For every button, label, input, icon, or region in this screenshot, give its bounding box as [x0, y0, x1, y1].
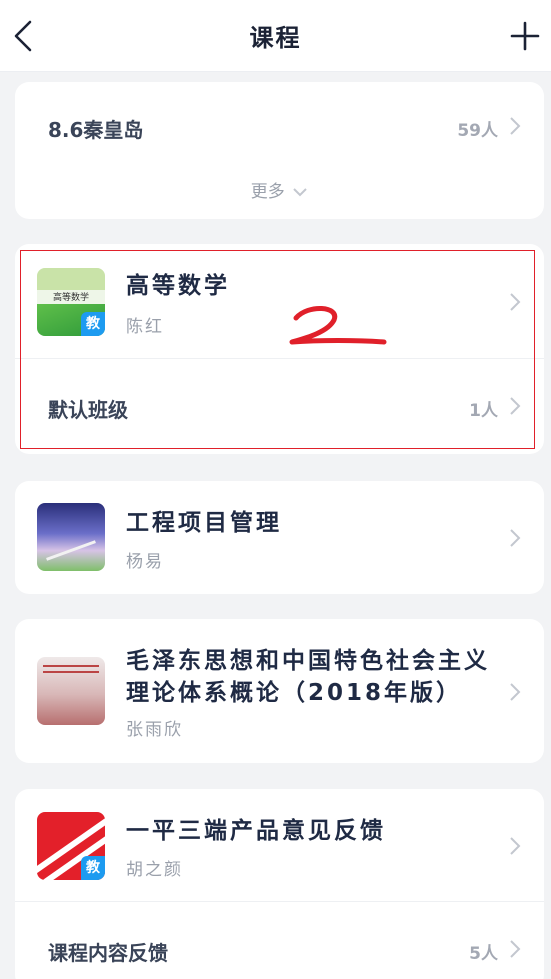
teacher-name: 杨易 — [126, 552, 164, 572]
teacher-name: 张雨欣 — [126, 720, 183, 740]
class-row[interactable]: 8.6秦皇岛 59人 — [15, 82, 544, 168]
course-title: 一平三端产品意见反馈 — [126, 818, 386, 844]
highlight-box — [20, 250, 535, 449]
member-count: 59人 — [457, 121, 498, 141]
class-row[interactable]: 课程内容反馈 5人 — [15, 907, 544, 979]
chevron-right-icon — [510, 683, 521, 701]
class-name: 课程内容反馈 — [48, 941, 168, 965]
chevron-right-icon — [510, 529, 521, 547]
course-card[interactable]: 毛泽东思想和中国特色社会主义理论体系概论（2018年版） 张雨欣 — [15, 619, 544, 763]
teacher-name: 胡之颜 — [126, 860, 183, 880]
chevron-right-icon — [510, 837, 521, 855]
divider — [15, 901, 544, 902]
member-count: 5人 — [469, 944, 498, 964]
course-card: 8.6秦皇岛 59人 更多 — [15, 82, 544, 219]
course-title: 毛泽东思想和中国特色社会主义理论体系概论（2018年版） — [126, 648, 490, 706]
page-title: 课程 — [249, 24, 302, 52]
teacher-badge: 教 — [81, 856, 105, 880]
course-title: 工程项目管理 — [126, 510, 282, 536]
annotation-mark — [289, 305, 387, 345]
nav-bar: 课程 — [0, 0, 551, 72]
add-icon[interactable] — [507, 18, 543, 54]
course-cover-image — [37, 503, 105, 571]
more-button[interactable]: 更多 — [15, 177, 544, 202]
class-name: 8.6秦皇岛 — [48, 118, 144, 142]
course-card[interactable]: 工程项目管理 杨易 — [15, 481, 544, 594]
more-label: 更多 — [250, 182, 285, 202]
course-cover-image — [37, 657, 105, 725]
course-card: 教 一平三端产品意见反馈 胡之颜 课程内容反馈 5人 — [15, 789, 544, 979]
course-cover-image: 教 — [37, 812, 105, 880]
chevron-right-icon — [510, 940, 521, 958]
chevron-down-icon — [293, 188, 307, 197]
chevron-right-icon — [510, 117, 521, 135]
course-row[interactable]: 教 一平三端产品意见反馈 胡之颜 — [15, 789, 544, 901]
